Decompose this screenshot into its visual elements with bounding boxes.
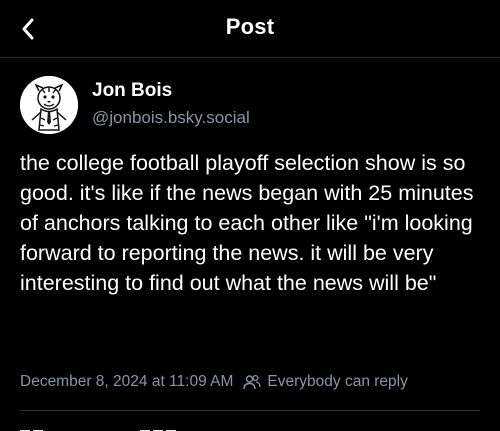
page-title: Post — [225, 14, 275, 39]
reply-setting-button[interactable]: Everybody can reply — [243, 373, 408, 391]
top-bar: Post — [0, 0, 500, 58]
post-timestamp: December 8, 2024 at 11:09 AM — [20, 373, 234, 390]
header-divider — [0, 57, 500, 58]
avatar[interactable] — [20, 76, 78, 134]
reply-setting-label: Everybody can reply — [267, 373, 408, 390]
author-handle[interactable]: @jonbois.bsky.social — [92, 108, 250, 128]
cut-off-stats-glyphs — [20, 430, 176, 431]
people-icon — [243, 374, 262, 390]
meta-divider — [20, 410, 480, 411]
engagement-stats-cutoff — [20, 422, 220, 431]
cartoon-tiger-avatar-image — [20, 76, 78, 134]
author-display-name[interactable]: Jon Bois — [92, 80, 172, 102]
post-body: the college football playoff selection s… — [20, 151, 474, 295]
post-meta: December 8, 2024 at 11:09 AM Everybody c… — [20, 373, 408, 391]
